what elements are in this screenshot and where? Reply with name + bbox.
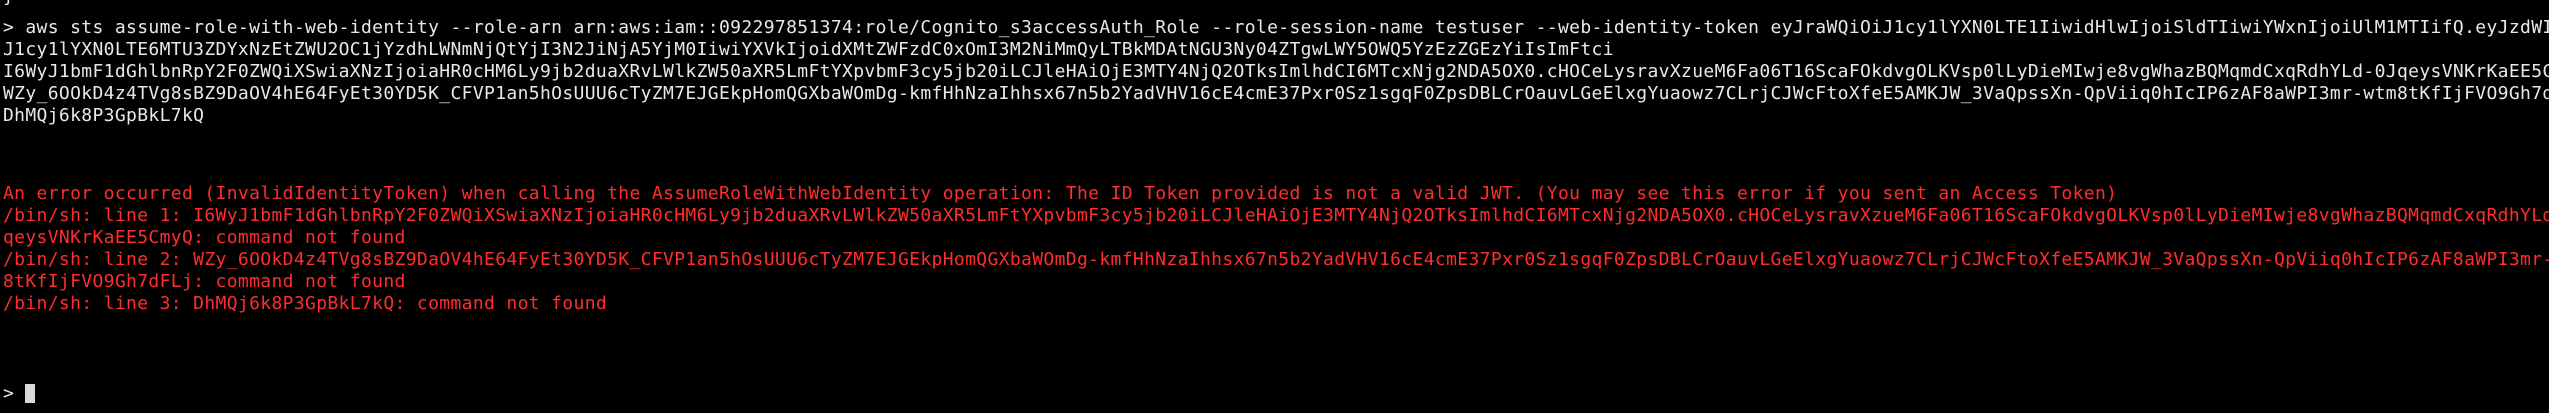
command-line: DhMQj6k8P3GpBkL7kQ	[3, 105, 205, 126]
command-line: > aws sts assume-role-with-web-identity …	[3, 17, 2549, 38]
terminal-window[interactable]: } > aws sts assume-role-with-web-identit…	[0, 0, 2549, 413]
shell-error-line: /bin/sh: line 1: I6WyJ1bmF1dGhlbnRpY2F0Z…	[3, 205, 2549, 226]
shell-error-line: qeysVNKrKaEE5CmyQ: command not found	[3, 227, 406, 248]
command-input-block: > aws sts assume-role-with-web-identity …	[3, 17, 2549, 127]
command-line: J1cy1lYXN0LTE6MTU3ZDYxNzEtZWU2OC1jYzdhLW…	[3, 39, 1614, 60]
active-prompt[interactable]: >	[3, 383, 36, 405]
shell-error-line: /bin/sh: line 2: WZy_6OOkD4z4TVg8sBZ9DaO…	[3, 249, 2549, 270]
error-message: An error occurred (InvalidIdentityToken)…	[3, 183, 2118, 204]
prompt-symbol: >	[3, 383, 26, 404]
text-cursor[interactable]	[25, 384, 36, 403]
shell-error-line: 8tKfIjFVO9Gh7dFLj: command not found	[3, 271, 406, 292]
command-line: WZy_6OOkD4z4TVg8sBZ9DaOV4hE64FyEt30YD5K_…	[3, 83, 2549, 104]
command-line: I6WyJ1bmF1dGhlbnRpY2F0ZWQiXSwiaXNzIjoiaH…	[3, 61, 2549, 82]
error-output-block: An error occurred (InvalidIdentityToken)…	[3, 183, 2549, 315]
previous-output-line: }	[3, 0, 14, 8]
shell-error-line: /bin/sh: line 3: DhMQj6k8P3GpBkL7kQ: com…	[3, 293, 608, 314]
